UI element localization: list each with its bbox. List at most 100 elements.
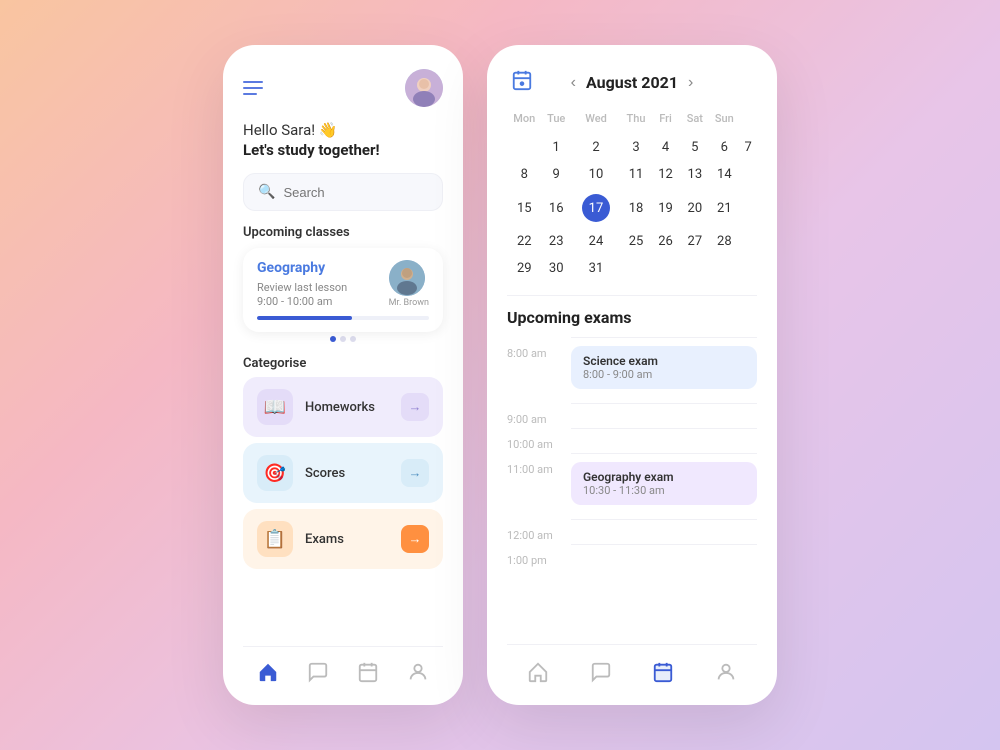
time-row-12pm: 12:00 am (507, 519, 757, 542)
day-10[interactable]: 10 (571, 162, 621, 187)
category-left-exams: 📋 Exams (257, 521, 344, 557)
teacher-avatar (389, 260, 425, 296)
day-3[interactable]: 3 (621, 135, 651, 160)
study-text: Let's study together! (243, 141, 443, 159)
day-15[interactable]: 15 (507, 189, 542, 227)
prev-month-button[interactable]: ‹ (571, 74, 576, 92)
day-29[interactable]: 29 (507, 256, 542, 281)
time-row-11am: 11:00 am Geography exam 10:30 - 11:30 am (507, 453, 757, 517)
right-nav-calendar[interactable] (646, 655, 680, 689)
science-exam-title: Science exam (583, 354, 745, 368)
calendar-divider (507, 295, 757, 296)
upcoming-exams-title: Upcoming exams (507, 308, 757, 327)
exams-arrow[interactable]: → (401, 525, 429, 553)
top-bar (243, 69, 443, 107)
day-4[interactable]: 4 (651, 135, 680, 160)
day-6[interactable]: 6 (709, 135, 739, 160)
day-12[interactable]: 12 (651, 162, 680, 187)
day-26[interactable]: 26 (651, 229, 680, 254)
nav-messages[interactable] (301, 655, 335, 689)
class-card[interactable]: Geography Review last lesson 9:00 - 10:0… (243, 248, 443, 332)
day-8[interactable]: 8 (507, 162, 542, 187)
day-28[interactable]: 28 (709, 229, 739, 254)
day-23[interactable]: 23 (542, 229, 571, 254)
category-homeworks[interactable]: 📖 Homeworks → (243, 377, 443, 437)
month-nav: ‹ August 2021 › (571, 73, 694, 92)
search-bar[interactable]: 🔍 (243, 173, 443, 211)
menu-icon[interactable] (243, 81, 263, 95)
right-nav-messages[interactable] (584, 655, 618, 689)
day-18[interactable]: 18 (621, 189, 651, 227)
exams-icon: 📋 (264, 529, 286, 550)
day-21[interactable]: 21 (709, 189, 739, 227)
avatar[interactable] (405, 69, 443, 107)
calendar-week-1: 1 2 3 4 5 6 7 (507, 135, 757, 160)
homeworks-arrow[interactable]: → (401, 393, 429, 421)
time-row-10am: 10:00 am (507, 428, 757, 451)
right-nav-home[interactable] (521, 655, 555, 689)
day-14[interactable]: 14 (709, 162, 739, 187)
left-panel: Hello Sara! 👋 Let's study together! 🔍 Up… (223, 45, 463, 705)
month-label: August 2021 (586, 73, 678, 92)
col-fri: Fri (651, 112, 680, 133)
day-31[interactable]: 31 (571, 256, 621, 281)
calendar-section: ‹ August 2021 › Mon Tue Wed Thu Fri Sat … (507, 69, 757, 283)
day-1[interactable]: 1 (542, 135, 571, 160)
slide-dots (243, 336, 443, 342)
time-10am: 10:00 am (507, 428, 559, 451)
day-25[interactable]: 25 (621, 229, 651, 254)
science-exam-card[interactable]: Science exam 8:00 - 9:00 am (571, 346, 757, 389)
time-9am: 9:00 am (507, 403, 559, 426)
col-sun: Sun (709, 112, 739, 133)
calendar-week-2: 8 9 10 11 12 13 14 (507, 162, 757, 187)
nav-calendar[interactable] (351, 655, 385, 689)
right-panel: ‹ August 2021 › Mon Tue Wed Thu Fri Sat … (487, 45, 777, 705)
nav-profile[interactable] (401, 655, 435, 689)
calendar-week-5: 29 30 31 (507, 256, 757, 281)
day-16[interactable]: 16 (542, 189, 571, 227)
day-30[interactable]: 30 (542, 256, 571, 281)
day-5[interactable]: 5 (680, 135, 709, 160)
upcoming-classes-section: Upcoming classes Geography Review last l… (243, 225, 443, 342)
homeworks-icon-wrap: 📖 (257, 389, 293, 425)
category-scores[interactable]: 🎯 Scores → (243, 443, 443, 503)
day-22[interactable]: 22 (507, 229, 542, 254)
time-row-8am: 8:00 am Science exam 8:00 - 9:00 am (507, 337, 757, 401)
day-24[interactable]: 24 (571, 229, 621, 254)
search-input[interactable] (283, 185, 428, 200)
scores-icon: 🎯 (264, 463, 286, 484)
day-19[interactable]: 19 (651, 189, 680, 227)
time-8am: 8:00 am (507, 337, 559, 360)
category-exams[interactable]: 📋 Exams → (243, 509, 443, 569)
categorise-section: Categorise 📖 Homeworks → 🎯 Scores (243, 356, 443, 569)
categorise-title: Categorise (243, 356, 443, 371)
calendar-icon (511, 69, 533, 96)
day-11[interactable]: 11 (621, 162, 651, 187)
time-area-11am: Geography exam 10:30 - 11:30 am (571, 453, 757, 517)
day-20[interactable]: 20 (680, 189, 709, 227)
scores-arrow[interactable]: → (401, 459, 429, 487)
left-nav-bar (243, 646, 443, 689)
day-27[interactable]: 27 (680, 229, 709, 254)
geography-exam-card[interactable]: Geography exam 10:30 - 11:30 am (571, 462, 757, 505)
calendar-week-4: 22 23 24 25 26 27 28 (507, 229, 757, 254)
time-area-8am: Science exam 8:00 - 9:00 am (571, 337, 757, 401)
time-12pm: 12:00 am (507, 519, 559, 542)
day-13[interactable]: 13 (680, 162, 709, 187)
day-9[interactable]: 9 (542, 162, 571, 187)
time-area-1pm (571, 544, 757, 561)
right-nav-profile[interactable] (709, 655, 743, 689)
nav-home[interactable] (251, 655, 285, 689)
next-month-button[interactable]: › (688, 74, 693, 92)
day-7[interactable]: 7 (739, 135, 757, 160)
time-area-12pm (571, 519, 757, 536)
progress-bar (257, 316, 429, 320)
day-2[interactable]: 2 (571, 135, 621, 160)
exams-scroll[interactable]: 8:00 am Science exam 8:00 - 9:00 am 9:00… (507, 337, 757, 636)
exams-icon-wrap: 📋 (257, 521, 293, 557)
time-area-9am (571, 403, 757, 420)
teacher-name: Mr. Brown (389, 298, 429, 308)
scores-label: Scores (305, 466, 345, 481)
day-17-today[interactable]: 17 (571, 189, 621, 227)
search-icon: 🔍 (258, 184, 275, 200)
